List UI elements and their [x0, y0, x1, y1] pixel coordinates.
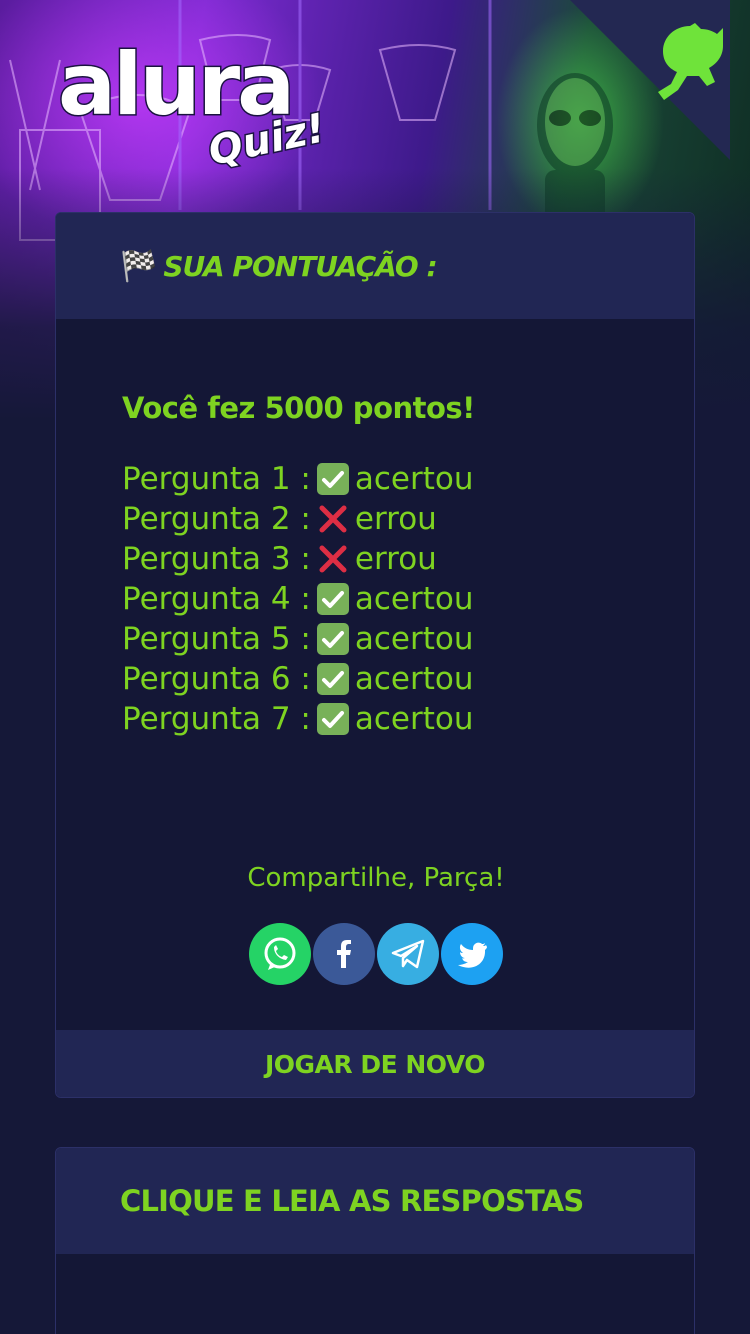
result-card: 🏁 SUA PONTUAÇÃO : Você fez 5000 pontos! …: [55, 212, 695, 1098]
answer-label: Pergunta 6 :: [122, 661, 311, 697]
score-text: Você fez 5000 pontos!: [122, 391, 475, 425]
answer-label: Pergunta 4 :: [122, 581, 311, 617]
check-mark-icon: [316, 463, 349, 495]
answer-row-4: Pergunta 4 : acertou: [122, 579, 474, 619]
checkered-flag-icon: 🏁: [120, 248, 158, 284]
check-mark-icon: [316, 583, 349, 615]
answer-row-1: Pergunta 1 : acertou: [122, 459, 474, 499]
check-mark-icon: [316, 623, 349, 655]
answer-status: errou: [354, 501, 437, 537]
answer-label: Pergunta 3 :: [122, 541, 311, 577]
cross-mark-icon: [317, 543, 349, 575]
facebook-icon: [337, 940, 351, 968]
answer-status: acertou: [354, 581, 474, 617]
answer-label: Pergunta 2 :: [122, 501, 311, 537]
answer-row-5: Pergunta 5 : acertou: [122, 619, 474, 659]
answer-row-3: Pergunta 3 : errou: [122, 539, 474, 579]
telegram-icon: [391, 939, 425, 969]
result-card-body: Você fez 5000 pontos! Pergunta 1 : acert…: [56, 319, 694, 1097]
answer-status: acertou: [354, 621, 474, 657]
whatsapp-icon: [264, 937, 296, 970]
telegram-share-button[interactable]: [377, 923, 439, 985]
answer-label: Pergunta 5 :: [122, 621, 311, 657]
quiz-result-page: alura Quiz! 🏁 SUA PONTUAÇÃO : Você fez 5…: [0, 0, 750, 1334]
answer-status: errou: [354, 541, 437, 577]
logo-wordmark: alura: [56, 35, 296, 135]
facebook-share-button[interactable]: [313, 923, 375, 985]
share-label: Compartilhe, Parça!: [247, 863, 505, 893]
answer-row-2: Pergunta 2 : errou: [122, 499, 474, 539]
twitter-icon: [458, 942, 487, 968]
result-title: SUA PONTUAÇÃO :: [163, 249, 437, 283]
answers-list: Pergunta 1 : acertou Pergunta 2 : errou …: [122, 459, 474, 739]
answer-status: acertou: [354, 701, 474, 737]
answer-row-7: Pergunta 7 : acertou: [122, 699, 474, 739]
check-mark-icon: [316, 703, 349, 735]
result-card-header: 🏁 SUA PONTUAÇÃO :: [56, 213, 694, 319]
answer-status: acertou: [354, 661, 474, 697]
answer-label: Pergunta 1 :: [122, 461, 311, 497]
answer-row-6: Pergunta 6 : acertou: [122, 659, 474, 699]
answers-card-title: CLIQUE E LEIA AS RESPOSTAS: [120, 1184, 584, 1218]
answer-label: Pergunta 7 :: [122, 701, 311, 737]
answers-card: CLIQUE E LEIA AS RESPOSTAS: [55, 1147, 695, 1334]
share-buttons: [56, 923, 694, 985]
check-mark-icon: [316, 663, 349, 695]
github-octocat-icon[interactable]: [570, 0, 750, 180]
alura-quiz-logo[interactable]: alura Quiz!: [56, 35, 330, 177]
cross-mark-icon: [317, 503, 349, 535]
play-again-button[interactable]: JOGAR DE NOVO: [56, 1030, 694, 1097]
answers-card-header[interactable]: CLIQUE E LEIA AS RESPOSTAS: [56, 1148, 694, 1254]
twitter-share-button[interactable]: [441, 923, 503, 985]
answer-status: acertou: [354, 461, 474, 497]
whatsapp-share-button[interactable]: [249, 923, 311, 985]
